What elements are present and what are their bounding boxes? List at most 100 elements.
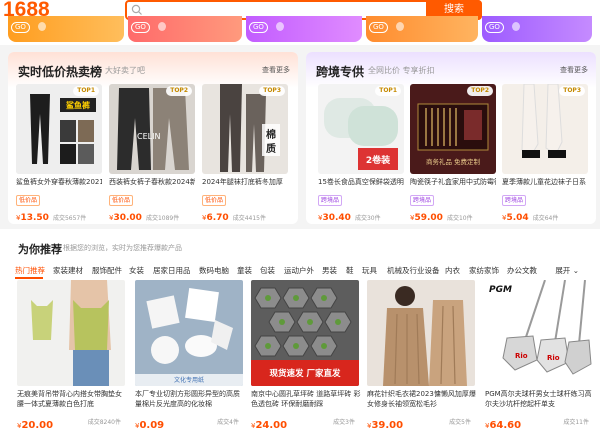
tab-household[interactable]: 居家日用品: [153, 265, 191, 276]
promo-strip-4[interactable]: GO: [366, 16, 478, 42]
product-card[interactable]: 2卷装 TOP1 15卷长食品真空保鲜袋透明家用 跨境品 ¥30.40成交30件: [318, 84, 404, 223]
hot-sale-panel: 实时低价热卖榜 大好卖了吧 查看更多 鲨鱼裤 TOP1 鲨鱼裤女外穿春秋薄款20…: [8, 52, 298, 224]
product-image[interactable]: [367, 280, 475, 386]
sold-count: 成交8240件: [87, 419, 121, 426]
rank-badge: TOP2: [166, 86, 192, 96]
product-image[interactable]: TOP3: [502, 84, 588, 174]
recommend-card[interactable]: 麻花针织毛衣裙2023慵懒风加厚爆女修身长袖领宽松毛衫 ¥39.00 成交5件: [367, 280, 477, 432]
expand-button[interactable]: 展开 ⌄: [555, 265, 579, 276]
promo-strip-2[interactable]: GO: [128, 16, 242, 42]
search-icon: [131, 4, 142, 15]
svg-text:Rio: Rio: [515, 352, 528, 360]
sold-count: 成交4415件: [232, 215, 266, 222]
product-image[interactable]: PGM Rio Rio: [485, 280, 593, 386]
panel-subtitle: 大好卖了吧: [105, 66, 145, 75]
product-title[interactable]: 无痕美背吊带背心内搭女带胸垫女腰一体式夏薄款白色打底: [17, 389, 127, 409]
tab-apparel[interactable]: 服饰配件: [92, 265, 122, 276]
product-title[interactable]: 鲨鱼裤女外穿春秋薄款2021: [16, 177, 102, 187]
rank-badge: TOP1: [375, 86, 401, 96]
recommend-card[interactable]: PGM Rio Rio PGM高尔夫球杆男女士球杆练习高尔夫沙坑杆挖起杆单支 ¥…: [485, 280, 595, 432]
product-image[interactable]: 现货速发 厂家直发: [251, 280, 359, 386]
product-image[interactable]: 商务礼品 免费定制 TOP2: [410, 84, 496, 174]
svg-text:PGM: PGM: [489, 285, 512, 295]
recommend-card[interactable]: 无痕美背吊带背心内搭女带胸垫女腰一体式夏薄款白色打底 ¥20.00 成交8240件: [17, 280, 127, 432]
svg-text:棉: 棉: [266, 128, 276, 141]
rank-badge: TOP1: [73, 86, 99, 96]
sold-count: 成交3件: [333, 419, 355, 426]
go-arrow-icon: [276, 22, 284, 31]
svg-text:商务礼品 免费定制: 商务礼品 免费定制: [426, 157, 481, 166]
product-image[interactable]: CELIN TOP2: [109, 84, 195, 174]
promo-strip-1[interactable]: GO: [8, 16, 124, 42]
svg-text:鲨鱼裤: 鲨鱼裤: [66, 100, 90, 110]
product-image[interactable]: 文化专用纸: [135, 280, 243, 386]
view-more-link[interactable]: 查看更多: [262, 65, 290, 75]
sold-count: 成交10件: [446, 215, 473, 222]
go-button[interactable]: GO: [249, 22, 268, 33]
tab-kidswear[interactable]: 童装: [237, 265, 252, 276]
product-price: ¥20.00: [17, 420, 54, 431]
svg-text:质: 质: [266, 142, 276, 155]
tab-home-building[interactable]: 家装建材: [53, 265, 83, 276]
tab-digital[interactable]: 数码电脑: [199, 265, 229, 276]
go-button[interactable]: GO: [131, 22, 150, 33]
product-title[interactable]: PGM高尔夫球杆男女士球杆练习高尔夫沙坑杆挖起杆单支: [485, 389, 595, 409]
view-more-link[interactable]: 查看更多: [560, 65, 588, 75]
product-card[interactable]: 鲨鱼裤 TOP1 鲨鱼裤女外穿春秋薄款2021 低价品 ¥13.50 成交5657…: [16, 84, 102, 223]
cross-border-tag: 跨境品: [502, 195, 527, 206]
sold-count: 成交5件: [449, 419, 471, 426]
panel-subtitle: 全网比价 专享折扣: [368, 66, 435, 75]
product-card[interactable]: TOP3 夏季薄款儿童花边袜子日系 跨境品 ¥5.04 成交64件: [502, 84, 588, 223]
recommend-card[interactable]: 现货速发 厂家直发 南京中心圆孔草坪砖 道路草坪砖 彩色透包砖 环保耐磨耐踩 ¥…: [251, 280, 361, 432]
product-photo-socks: [502, 84, 588, 174]
rank-badge: TOP2: [467, 86, 493, 96]
section-subtitle: 根据您的浏览，实时为您推荐爆款产品: [63, 244, 182, 252]
promo-strip-3[interactable]: GO: [246, 16, 362, 42]
product-photo-tights: 棉 质: [202, 84, 288, 174]
product-price: ¥13.50: [16, 213, 49, 223]
low-price-tag: 低价品: [202, 195, 227, 206]
panel-title: 实时低价热卖榜: [18, 65, 103, 79]
tab-toys[interactable]: 玩具: [362, 265, 377, 276]
tab-sports[interactable]: 运动户外: [284, 265, 314, 276]
go-button[interactable]: GO: [485, 22, 504, 33]
product-price: ¥24.00: [251, 420, 288, 431]
product-photo-paving-bricks: 现货速发 厂家直发: [251, 280, 359, 386]
product-image[interactable]: 2卷装 TOP1: [318, 84, 404, 174]
recommend-card[interactable]: 文化专用纸 本厂专业切割方形圆形异型的高质量棉片反光度高的化妆棉 ¥0.09 成交…: [135, 280, 245, 432]
product-price: ¥64.60: [485, 420, 522, 431]
product-title[interactable]: 西装裤女裤子春秋款2024新款: [109, 177, 195, 187]
product-photo-vacuum-bags: 2卷装: [318, 84, 404, 174]
sold-count: 成交11件: [563, 419, 589, 426]
product-title[interactable]: 15卷长食品真空保鲜袋透明家用: [318, 177, 404, 187]
product-image[interactable]: [17, 280, 125, 386]
tab-office[interactable]: 办公文教: [507, 265, 537, 276]
tab-menswear[interactable]: 男装: [322, 265, 337, 276]
go-button[interactable]: GO: [369, 22, 388, 33]
tab-home-textile[interactable]: 家纺家饰: [469, 265, 499, 276]
tab-underwear[interactable]: 内衣: [445, 265, 460, 276]
svg-text:文化专用纸: 文化专用纸: [174, 376, 204, 384]
product-title[interactable]: 南京中心圆孔草坪砖 道路草坪砖 彩色透包砖 环保耐磨耐踩: [251, 389, 361, 409]
section-title: 为你推荐: [18, 243, 62, 256]
go-button[interactable]: GO: [11, 22, 30, 33]
product-title[interactable]: 陶瓷筷子礼盒家用中式防霉筷子: [410, 177, 496, 187]
product-title[interactable]: 麻花针织毛衣裙2023慵懒风加厚爆女修身长袖领宽松毛衫: [367, 389, 477, 409]
product-image[interactable]: 棉 质 TOP3: [202, 84, 288, 174]
tab-womenswear[interactable]: 女装: [129, 265, 144, 276]
panel-title: 跨境专供: [316, 65, 365, 79]
product-price: ¥0.09: [135, 420, 165, 431]
product-title[interactable]: 本厂专业切割方形圆形异型的高质量棉片反光度高的化妆棉: [135, 389, 245, 409]
product-title[interactable]: 夏季薄款儿童花边袜子日系: [502, 177, 588, 187]
product-photo-knit-dress: [367, 280, 475, 386]
tab-machinery[interactable]: 机械及行业设备: [387, 265, 440, 276]
promo-strip-5[interactable]: GO: [482, 16, 592, 42]
product-card[interactable]: 商务礼品 免费定制 TOP2 陶瓷筷子礼盒家用中式防霉筷子 跨境品 ¥59.00…: [410, 84, 496, 223]
product-card[interactable]: 棉 质 TOP3 2024年腿袜打底裤冬加厚 低价品 ¥6.70 成交4415件: [202, 84, 288, 223]
product-image[interactable]: 鲨鱼裤 TOP1: [16, 84, 102, 174]
tab-shoes[interactable]: 鞋: [346, 265, 354, 276]
product-card[interactable]: CELIN TOP2 西装裤女裤子春秋款2024新款 低价品 ¥30.00 成交1…: [109, 84, 195, 223]
tab-hot[interactable]: 热门推荐: [15, 265, 45, 276]
product-title[interactable]: 2024年腿袜打底裤冬加厚: [202, 177, 288, 187]
tab-packaging[interactable]: 包装: [260, 265, 275, 276]
